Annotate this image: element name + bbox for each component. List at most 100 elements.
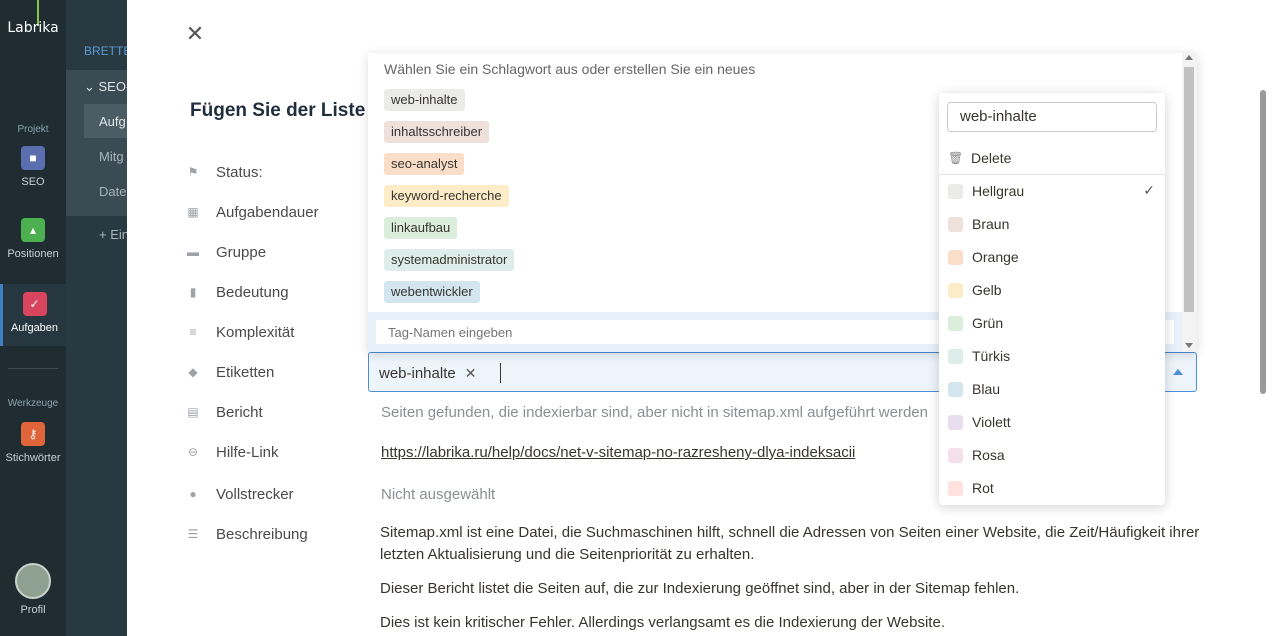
text-caret xyxy=(500,363,501,383)
dropdown-scrollbar[interactable] xyxy=(1182,53,1197,352)
board-item[interactable]: Date xyxy=(99,184,126,199)
delete-label: Delete xyxy=(971,150,1012,166)
scrollbar-thumb[interactable] xyxy=(1184,67,1194,312)
checkmark-icon: ✓ xyxy=(1143,182,1155,198)
check-icon: ✓ xyxy=(22,292,47,316)
tag-options-menu: web-inhalte 🗑 Delete Hellgrau ✓ Braun Or… xyxy=(939,93,1165,505)
field-tags: ◆ Etiketten xyxy=(186,362,274,382)
description-paragraph: Sitemap.xml ist eine Datei, die Suchmasc… xyxy=(380,524,1200,563)
tag-option[interactable]: webentwickler xyxy=(384,281,480,303)
tag-option[interactable]: keyword-recherche xyxy=(384,185,509,207)
avatar[interactable] xyxy=(15,563,51,599)
color-option-orange[interactable]: Orange xyxy=(939,244,1165,270)
report-text: Seiten gefunden, die indexierbar sind, a… xyxy=(381,404,928,421)
key-icon: ⚷ xyxy=(21,422,45,446)
color-swatch xyxy=(948,315,963,331)
executor-value[interactable]: Nicht ausgewählt xyxy=(381,486,495,503)
delete-tag-button[interactable]: 🗑 Delete xyxy=(939,145,1165,171)
color-swatch xyxy=(948,414,963,430)
sidebar: Labrika Projekt ■ SEO ▴ Positionen ✓ Auf… xyxy=(0,0,66,636)
profile-label[interactable]: Profil xyxy=(0,604,66,616)
dropdown-hint: Wählen Sie ein Schlagwort aus oder erste… xyxy=(384,61,756,77)
board-item[interactable]: Aufg xyxy=(99,114,126,129)
color-option-braun[interactable]: Braun xyxy=(939,211,1165,237)
color-swatch xyxy=(948,216,963,232)
tag-option[interactable]: web-inhalte xyxy=(384,89,465,111)
field-group: ▬ Gruppe xyxy=(186,242,266,262)
board-group-label[interactable]: ⌄ SEO- xyxy=(84,79,130,95)
color-label: Türkis xyxy=(972,348,1011,364)
board-group-name: SEO- xyxy=(98,79,131,94)
tag-option[interactable]: seo-analyst xyxy=(384,153,465,175)
board-title[interactable]: BRETTE xyxy=(84,44,131,58)
selected-tag-chip: web-inhalte ✕ xyxy=(379,361,476,385)
logo[interactable]: Labrika xyxy=(0,20,66,36)
color-option-blau[interactable]: Blau xyxy=(939,376,1165,402)
chevron-up-icon[interactable] xyxy=(1173,369,1183,375)
color-label: Braun xyxy=(972,216,1010,232)
tag-option[interactable]: inhaltsschreiber xyxy=(384,121,490,143)
color-label: Rot xyxy=(972,480,994,496)
color-label: Blau xyxy=(972,381,1001,397)
description-paragraph: Dies ist kein kritischer Fehler. Allerdi… xyxy=(380,614,945,631)
sidebar-divider xyxy=(8,368,58,369)
tag-icon: ◆ xyxy=(188,365,198,379)
field-complexity: ≡ Komplexität xyxy=(186,322,294,342)
color-swatch xyxy=(948,183,963,199)
color-option-rot[interactable]: Rot xyxy=(939,475,1165,501)
color-swatch xyxy=(948,282,963,298)
nav-item-positions[interactable]: ▴ Positionen xyxy=(0,218,66,278)
color-label: Rosa xyxy=(972,447,1005,463)
modal-scrollbar[interactable] xyxy=(1258,30,1268,636)
board-item[interactable]: Mitg xyxy=(99,149,124,164)
modal-title: Fügen Sie der Liste v xyxy=(190,100,370,121)
color-label: Grün xyxy=(972,315,1004,331)
scroll-up-icon[interactable] xyxy=(1185,55,1193,60)
field-label: Beschreibung xyxy=(216,525,308,543)
color-option-tuerkis[interactable]: Türkis xyxy=(939,343,1165,369)
color-option-gelb[interactable]: Gelb xyxy=(939,277,1165,303)
field-status: ⚑ Status: xyxy=(186,162,263,182)
field-executor: ● Vollstrecker xyxy=(186,484,293,504)
color-option-violett[interactable]: Violett xyxy=(939,409,1165,435)
color-label: Violett xyxy=(972,414,1011,430)
document-icon: ▤ xyxy=(187,405,199,419)
nav-item-seo[interactable]: ■ SEO xyxy=(0,146,66,206)
link-icon: ⊖ xyxy=(187,445,199,459)
scrollbar-thumb[interactable] xyxy=(1260,90,1266,394)
field-report: ▤ Bericht xyxy=(186,402,262,422)
folder-icon: ▬ xyxy=(187,245,199,259)
nav-label: Aufgaben xyxy=(10,322,59,334)
field-description: ☰ Beschreibung xyxy=(186,524,308,544)
field-label: Aufgabendauer xyxy=(216,203,319,221)
board-add-item[interactable]: + Ein xyxy=(99,227,129,242)
color-option-rosa[interactable]: Rosa xyxy=(939,442,1165,468)
remove-tag-icon[interactable]: ✕ xyxy=(465,365,477,382)
field-label: Komplexität xyxy=(216,323,295,341)
calendar-icon: ▦ xyxy=(187,205,199,219)
color-swatch xyxy=(948,249,963,265)
trash-icon: 🗑 xyxy=(948,151,964,165)
field-label: Gruppe xyxy=(216,243,267,261)
tag-option[interactable]: systemadministrator xyxy=(384,249,515,271)
tag-option[interactable]: linkaufbau xyxy=(384,217,458,239)
color-option-gruen[interactable]: Grün xyxy=(939,310,1165,336)
color-swatch xyxy=(948,348,963,364)
help-link[interactable]: https://labrika.ru/help/docs/net-v-sitem… xyxy=(381,444,855,461)
tag-rename-input[interactable]: web-inhalte xyxy=(947,102,1157,132)
nav-item-tasks[interactable]: ✓ Aufgaben xyxy=(0,284,66,346)
close-icon[interactable]: ✕ xyxy=(185,23,205,45)
field-label: Bedeutung xyxy=(216,283,289,301)
nav-label: SEO xyxy=(21,176,45,188)
section-title-tools: Werkzeuge xyxy=(7,398,59,409)
section-title-project: Projekt xyxy=(17,124,49,135)
nav-item-keywords[interactable]: ⚷ Stichwörter xyxy=(0,422,66,482)
nav-label: Stichwörter xyxy=(5,452,61,464)
field-label: Etiketten xyxy=(216,363,275,381)
color-option-hellgrau[interactable]: Hellgrau ✓ xyxy=(939,178,1165,204)
color-swatch xyxy=(948,381,963,397)
color-label: Hellgrau xyxy=(972,183,1025,199)
chart-icon: ▴ xyxy=(21,218,45,242)
menu-divider xyxy=(939,174,1165,175)
scroll-down-icon[interactable] xyxy=(1185,343,1193,348)
